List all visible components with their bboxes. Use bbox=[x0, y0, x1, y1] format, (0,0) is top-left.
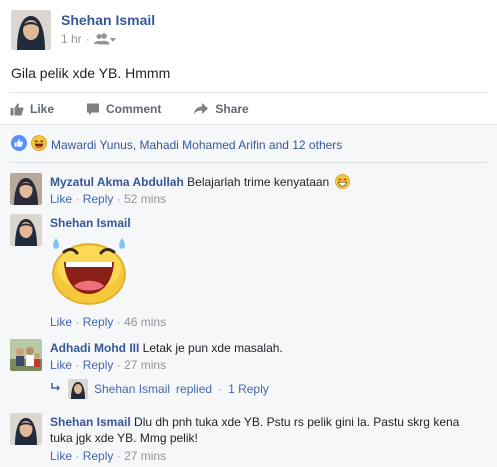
link-separator: · bbox=[116, 192, 121, 206]
comment-text-line2: tuka jgk xde YB. Mmg pelik! bbox=[50, 431, 198, 445]
comment-reply-link[interactable]: Reply bbox=[83, 315, 114, 329]
link-separator: · bbox=[75, 358, 80, 372]
laughing-emoji-icon bbox=[334, 174, 350, 193]
reactions-divider bbox=[10, 162, 487, 163]
like-reaction-icon bbox=[11, 135, 27, 154]
comments-section: Mawardi Yunus, Mahadi Mohamed Arifin and… bbox=[0, 124, 497, 467]
comment-reply-link[interactable]: Reply bbox=[83, 358, 114, 372]
link-separator: · bbox=[116, 315, 121, 329]
link-separator: · bbox=[116, 449, 121, 463]
link-separator: · bbox=[75, 192, 80, 206]
replies-summary[interactable]: Shehan Ismail replied · 1 Reply bbox=[50, 379, 269, 399]
comment-text: Dlu dh pnh tuka xde YB. Pstu rs pelik gi… bbox=[134, 415, 460, 429]
reactions-summary[interactable]: Mawardi Yunus, Mahadi Mohamed Arifin and… bbox=[11, 135, 342, 154]
reply-author-avatar bbox=[68, 379, 88, 399]
comment-body: Myzatul Akma Abdullah Belajarlah trime k… bbox=[50, 174, 350, 193]
meta-separator: · bbox=[85, 32, 90, 46]
share-button[interactable]: Share bbox=[193, 101, 249, 116]
comment-reply-link[interactable]: Reply bbox=[83, 449, 114, 463]
like-button[interactable]: Like bbox=[10, 102, 54, 116]
commenter-avatar[interactable] bbox=[10, 413, 42, 445]
comment-label: Comment bbox=[106, 101, 162, 116]
commenter-name[interactable]: Myzatul Akma Abdullah bbox=[50, 175, 184, 189]
comment-like-link[interactable]: Like bbox=[50, 315, 72, 329]
comment-time[interactable]: 27 mins bbox=[124, 358, 166, 372]
link-separator: · bbox=[75, 315, 80, 329]
comment-links: Like · Reply · 27 mins bbox=[50, 449, 166, 463]
comment-time[interactable]: 27 mins bbox=[124, 449, 166, 463]
comment-button[interactable]: Comment bbox=[86, 102, 161, 116]
comment-time[interactable]: 46 mins bbox=[124, 315, 166, 329]
thumbs-up-icon bbox=[10, 102, 24, 116]
reply-author-name[interactable]: Shehan Ismail bbox=[94, 382, 170, 396]
commenter-avatar[interactable] bbox=[10, 173, 42, 205]
post-meta: 1 hr · bbox=[61, 32, 116, 46]
share-icon bbox=[193, 102, 209, 116]
commenter-avatar[interactable] bbox=[10, 339, 42, 371]
commenter-name[interactable]: Shehan Ismail bbox=[50, 216, 131, 230]
comment-reply-link[interactable]: Reply bbox=[83, 192, 114, 206]
link-separator: · bbox=[75, 449, 80, 463]
reply-arrow-icon bbox=[50, 382, 62, 397]
laughing-sticker bbox=[50, 234, 130, 306]
comment-like-link[interactable]: Like bbox=[50, 192, 72, 206]
share-label: Share bbox=[215, 101, 249, 116]
friends-icon[interactable] bbox=[93, 33, 116, 45]
post-text: Gila pelik xde YB. Hmmm bbox=[11, 65, 171, 81]
haha-reaction-icon bbox=[31, 135, 47, 154]
commenter-name[interactable]: Adhadi Mohd III bbox=[50, 341, 139, 355]
comment-links: Like · Reply · 46 mins bbox=[50, 315, 166, 329]
post-actions: Like Comment Share bbox=[10, 92, 487, 124]
reply-count-link[interactable]: 1 Reply bbox=[228, 382, 269, 396]
author-avatar[interactable] bbox=[11, 10, 51, 50]
link-separator: · bbox=[218, 382, 223, 396]
comment-icon bbox=[86, 102, 100, 116]
comment-body: Adhadi Mohd III Letak je pun xde masalah… bbox=[50, 340, 283, 356]
author-name[interactable]: Shehan Ismail bbox=[61, 12, 155, 28]
reply-replied-text: replied bbox=[176, 382, 213, 396]
reactions-text: Mawardi Yunus, Mahadi Mohamed Arifin and… bbox=[51, 137, 343, 152]
post-time[interactable]: 1 hr bbox=[61, 32, 82, 46]
facebook-post: Shehan Ismail 1 hr · Gila pelik xde YB. … bbox=[0, 0, 497, 467]
comment-text: Belajarlah trime kenyataan bbox=[187, 175, 330, 189]
like-label: Like bbox=[30, 101, 55, 116]
comment-text: Letak je pun xde masalah. bbox=[142, 341, 283, 355]
comment-like-link[interactable]: Like bbox=[50, 358, 72, 372]
comment-like-link[interactable]: Like bbox=[50, 449, 72, 463]
commenter-avatar[interactable] bbox=[10, 214, 42, 246]
comment-body: Shehan Ismail Dlu dh pnh tuka xde YB. Ps… bbox=[50, 414, 459, 430]
comment-body: Shehan Ismail bbox=[50, 215, 131, 231]
comment-time[interactable]: 52 mins bbox=[124, 192, 166, 206]
commenter-name[interactable]: Shehan Ismail bbox=[50, 415, 131, 429]
link-separator: · bbox=[116, 358, 121, 372]
comment-links: Like · Reply · 27 mins bbox=[50, 358, 166, 372]
comment-links: Like · Reply · 52 mins bbox=[50, 192, 166, 206]
